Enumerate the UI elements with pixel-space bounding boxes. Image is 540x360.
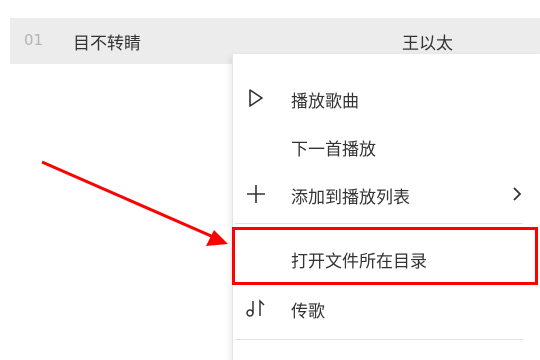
menu-label: 播放歌曲: [291, 92, 359, 112]
menu-label: 添加到播放列表: [291, 188, 410, 208]
highlight-box: [232, 227, 538, 285]
menu-item-play-song[interactable]: 播放歌曲: [233, 76, 523, 120]
menu-divider: [235, 223, 523, 224]
menu-item-transfer-song[interactable]: 传歌: [233, 286, 523, 330]
song-index: 01: [24, 31, 44, 49]
song-artist[interactable]: 王以太: [402, 29, 453, 54]
menu-item-add-to-playlist[interactable]: 添加到播放列表: [233, 172, 523, 216]
menu-label: 传歌: [291, 302, 325, 322]
play-icon: [245, 86, 267, 110]
chevron-right-icon: [511, 186, 523, 202]
menu-label: 下一首播放: [291, 140, 376, 160]
music-transfer-icon: [245, 296, 267, 320]
screen: 01 目不转睛 王以太 播放歌曲 下一首播放 添加到播放列表 打开文件所在目录 …: [0, 0, 540, 360]
menu-divider: [235, 339, 523, 340]
menu-item-play-next[interactable]: 下一首播放: [233, 124, 523, 168]
context-menu: 播放歌曲 下一首播放 添加到播放列表 打开文件所在目录 传歌: [232, 54, 540, 360]
song-title: 目不转睛: [73, 34, 141, 54]
plus-icon: [245, 182, 267, 206]
